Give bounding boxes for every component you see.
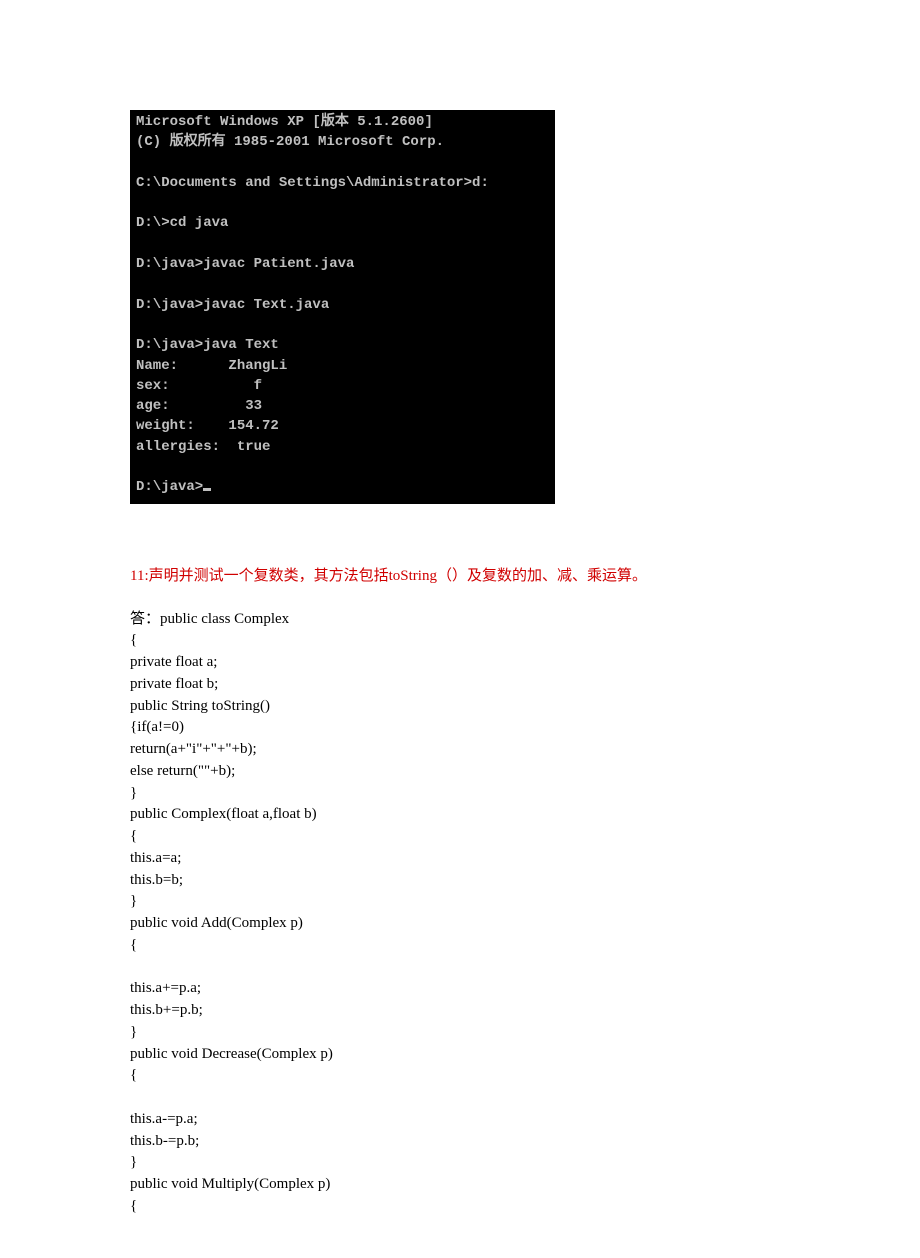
answer-code: public class Complex { private float a; … (130, 611, 333, 1214)
terminal-line: allergies: true (136, 439, 270, 455)
question-heading: 11:声明并测试一个复数类，其方法包括toString（）及复数的加、减、乘运算… (130, 564, 790, 585)
terminal-line: D:\java>javac Patient.java (136, 256, 354, 272)
answer-prefix: 答： (130, 611, 160, 627)
terminal-prompt: D:\java> (136, 479, 203, 495)
terminal-line: D:\>cd java (136, 215, 228, 231)
question-text: 声明并测试一个复数类，其方法包括toString（）及复数的加、减、乘运算。 (149, 568, 647, 584)
answer-block: 答：public class Complex { private float a… (130, 609, 790, 1218)
terminal-line: weight: 154.72 (136, 418, 279, 434)
terminal-line: sex: f (136, 378, 262, 394)
terminal-line: D:\java>java Text (136, 337, 279, 353)
question-number: 11: (130, 568, 149, 584)
terminal-line: Microsoft Windows XP [版本 5.1.2600] (136, 114, 433, 130)
terminal-line: Name: ZhangLi (136, 358, 287, 374)
terminal-cursor-icon (203, 488, 211, 491)
document-page: Microsoft Windows XP [版本 5.1.2600] (C) 版… (0, 0, 920, 1258)
terminal-line: (C) 版权所有 1985-2001 Microsoft Corp. (136, 134, 444, 150)
terminal-line: age: 33 (136, 398, 262, 414)
terminal-line: C:\Documents and Settings\Administrator>… (136, 175, 489, 191)
terminal-line: D:\java>javac Text.java (136, 297, 329, 313)
spacer (130, 504, 790, 564)
terminal-output: Microsoft Windows XP [版本 5.1.2600] (C) 版… (130, 110, 555, 504)
